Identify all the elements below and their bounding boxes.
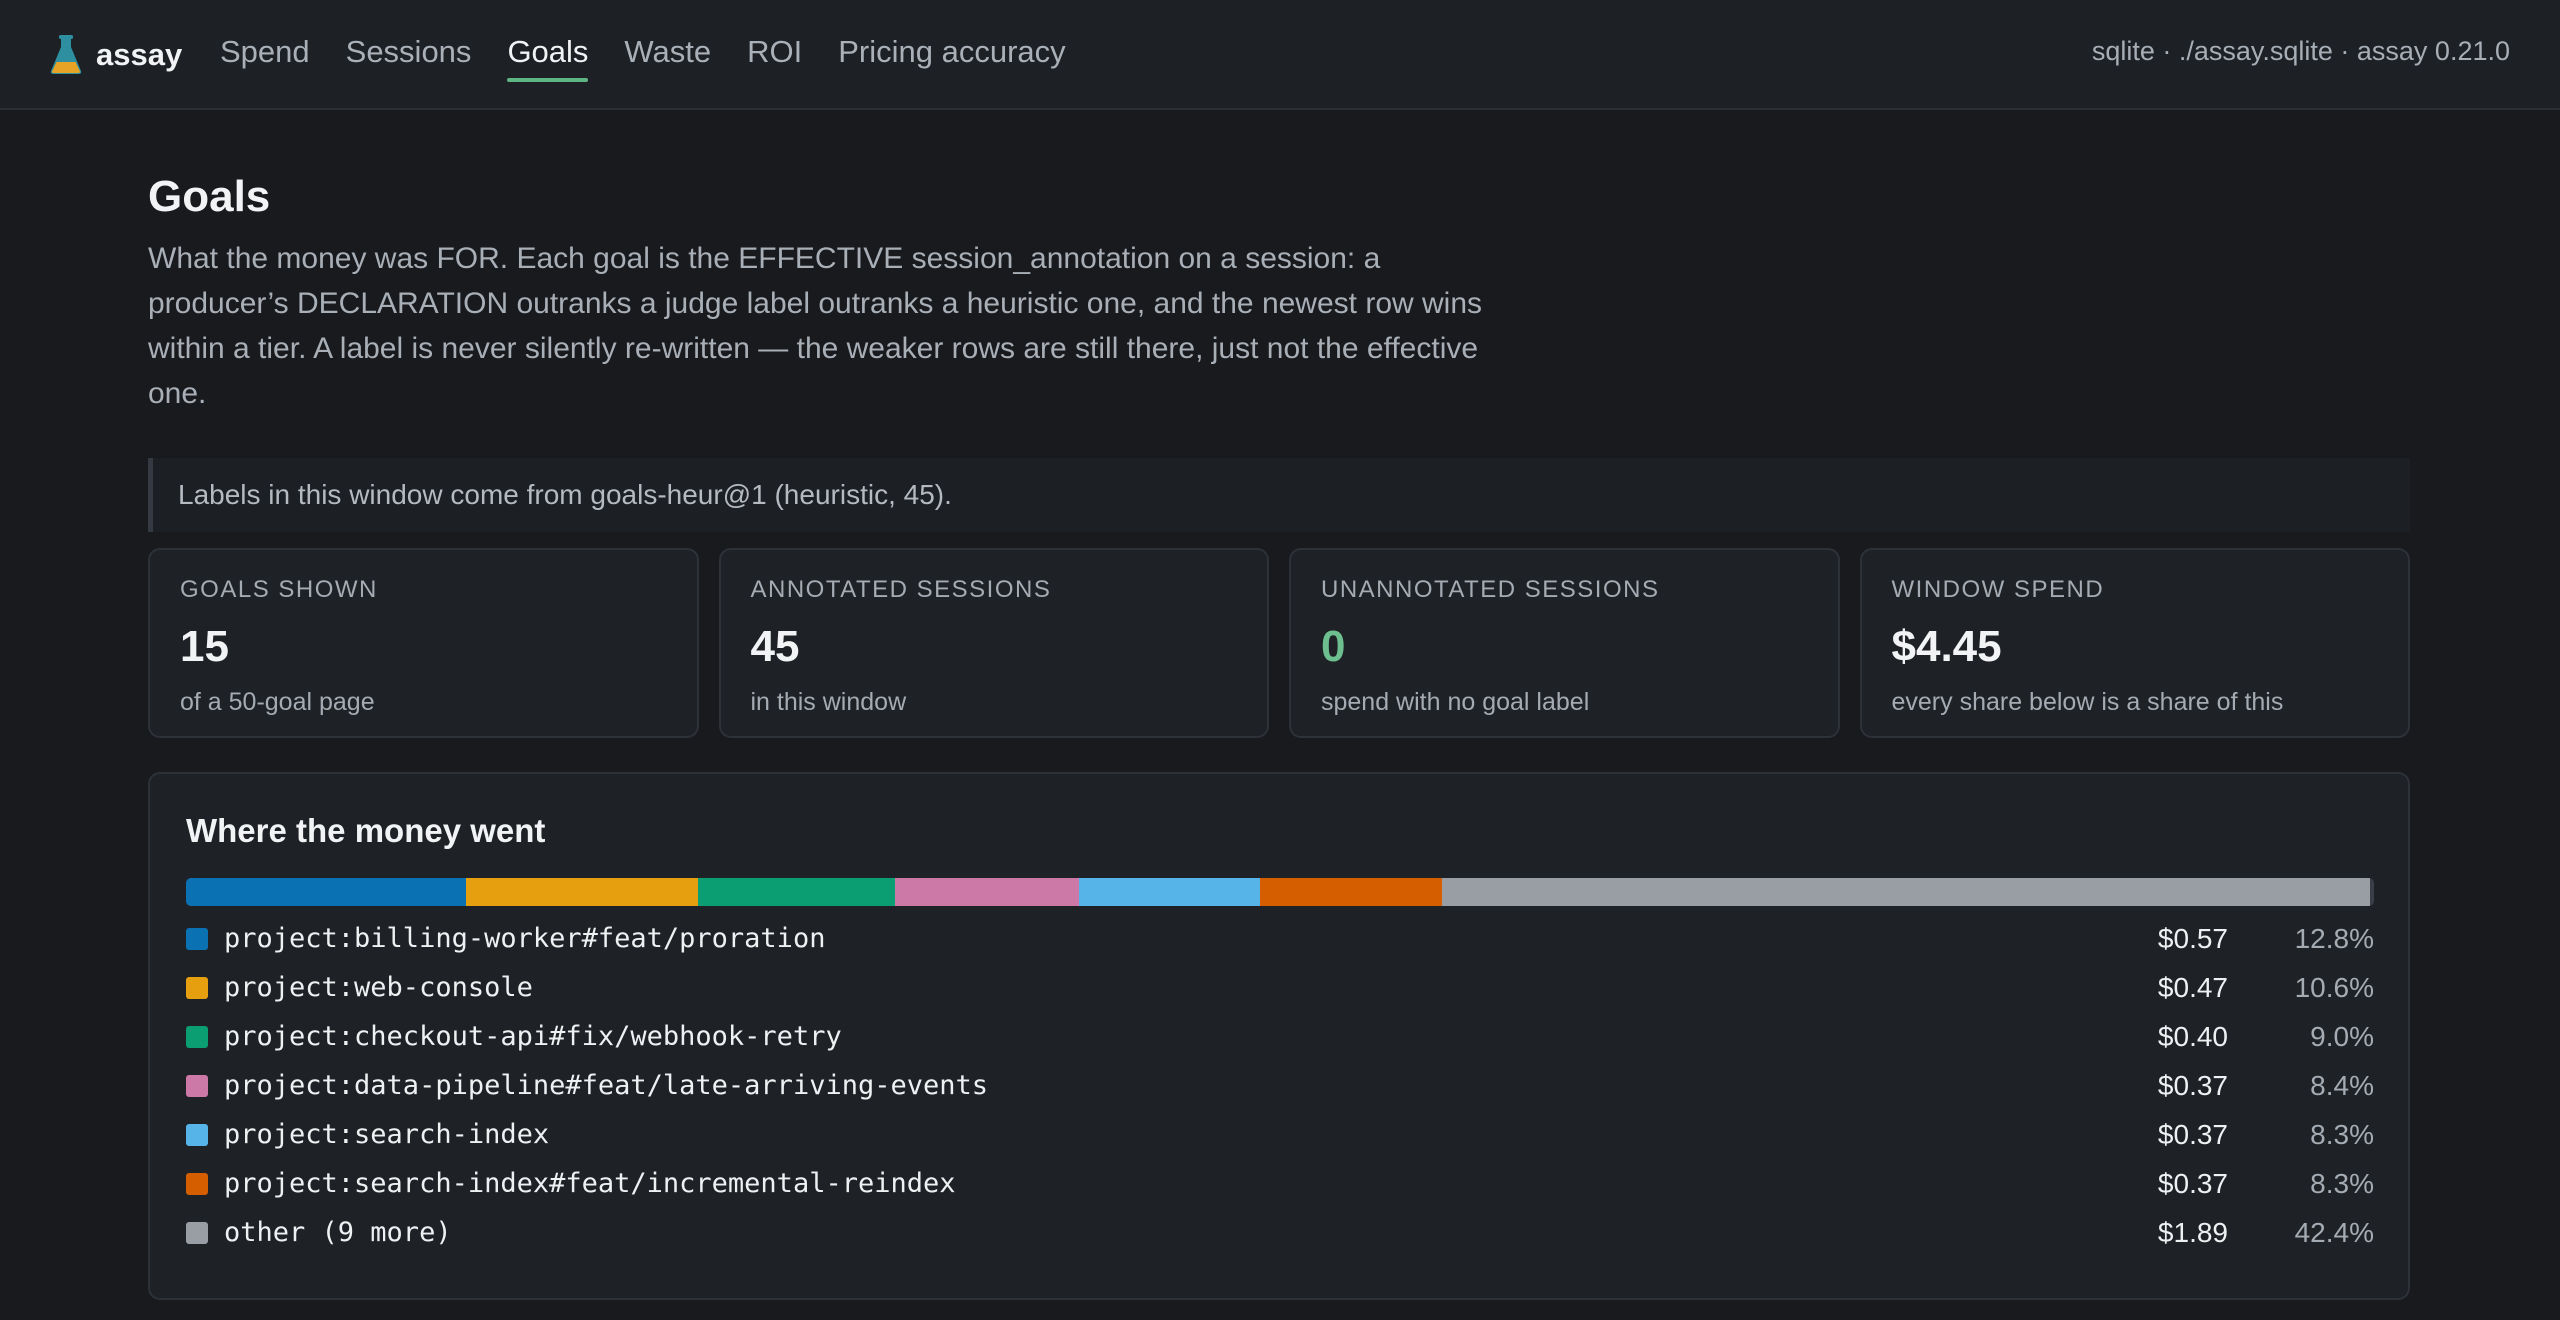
goal-row[interactable]: project:checkout-api#fix/webhook-retry $0… [186,1012,2374,1061]
share-bar-segment[interactable] [697,878,895,906]
color-swatch [186,1025,208,1048]
share-bar [186,878,2374,906]
nav-links: Spend Sessions Goals Waste ROI Pricing a… [220,30,1102,82]
color-swatch [186,1123,208,1146]
goal-amount: $0.40 [2157,1020,2228,1052]
spend-breakdown-panel: Where the money went project:billing-wor… [148,772,2410,1300]
db-info: sqlite · ./assay.sqlite · assay 0.21.0 [2091,36,2510,66]
stat-card-annotated-sessions: ANNOTATED SESSIONS 45 in this window [718,548,1269,738]
share-bar-segment[interactable] [1078,878,1261,906]
share-bar-segment[interactable] [894,878,1079,906]
nav-link-goals[interactable]: Goals [507,30,588,82]
stat-value: 45 [750,622,800,671]
color-swatch [186,1074,208,1097]
stat-caption: every share below is a share of this [1891,688,2284,716]
color-swatch [186,1221,208,1244]
panel-title: Where the money went [186,812,546,849]
nav-link-pricing-accuracy[interactable]: Pricing accuracy [838,30,1065,80]
stat-caption: spend with no goal label [1321,688,1590,716]
goal-percent: 8.4% [2310,1069,2374,1101]
goal-amount: $0.37 [2157,1118,2228,1150]
stat-caption: of a 50-goal page [180,688,375,716]
goal-row[interactable]: project:search-index#feat/incremental-re… [186,1159,2374,1208]
goal-legend: project:billing-worker#feat/proration $0.… [186,914,2374,1257]
flask-icon [50,35,82,75]
color-swatch [186,927,208,950]
stat-value: $4.45 [1891,622,2002,671]
goal-row[interactable]: project:web-console $0.47 10.6% [186,963,2374,1012]
share-bar-segment[interactable] [466,878,698,906]
stat-caption: in this window [750,688,907,716]
goal-amount: $0.37 [2157,1069,2228,1101]
share-bar-segment[interactable] [1260,878,1442,906]
goal-percent: 12.8% [2294,922,2374,954]
stat-card-window-spend: WINDOW SPEND $4.45 every share below is … [1859,548,2410,738]
label-source-note: Labels in this window come from goals-he… [148,458,2410,532]
top-nav: assay Spend Sessions Goals Waste ROI Pri… [0,0,2560,110]
stat-label: UNANNOTATED SESSIONS [1321,576,1660,603]
goal-percent: 42.4% [2294,1216,2374,1248]
stat-label: WINDOW SPEND [1891,576,2105,603]
stat-value: 0 [1321,622,1346,671]
goal-label: project:search-index#feat/incremental-re… [224,1168,956,1199]
goal-row[interactable]: project:search-index $0.37 8.3% [186,1110,2374,1159]
goal-amount: $0.47 [2157,971,2228,1003]
goal-label: project:data-pipeline#feat/late-arriving… [224,1070,989,1101]
goal-percent: 8.3% [2310,1167,2374,1199]
nav-link-waste[interactable]: Waste [624,30,711,80]
goal-row[interactable]: project:data-pipeline#feat/late-arriving… [186,1061,2374,1110]
nav-link-roi[interactable]: ROI [747,30,802,80]
stat-card-goals-shown: GOALS SHOWN 15 of a 50-goal page [148,548,699,738]
page-description: What the money was FOR. Each goal is the… [148,242,1483,410]
goal-percent: 10.6% [2294,971,2374,1003]
stat-label: ANNOTATED SESSIONS [750,576,1052,603]
goal-amount: $1.89 [2157,1216,2228,1248]
goal-amount: $0.57 [2157,922,2228,954]
stat-card-unannotated-sessions: UNANNOTATED SESSIONS 0 spend with no goa… [1289,548,1840,738]
color-swatch [186,1172,208,1195]
brand-name: assay [96,37,183,72]
stat-cards: GOALS SHOWN 15 of a 50-goal page ANNOTAT… [148,548,2410,738]
stat-label: GOALS SHOWN [180,576,378,603]
share-bar-segment[interactable] [186,878,467,906]
goal-amount: $0.37 [2157,1167,2228,1199]
goal-percent: 8.3% [2310,1118,2374,1150]
goal-row[interactable]: project:billing-worker#feat/proration $0.… [186,914,2374,963]
color-swatch [186,976,208,999]
goal-percent: 9.0% [2310,1020,2374,1052]
goal-label: project:web-console [224,972,533,1003]
goal-row[interactable]: other (9 more) $1.89 42.4% [186,1208,2374,1257]
goal-label: other (9 more) [224,1217,452,1248]
brand[interactable]: assay [50,32,182,78]
nav-link-spend[interactable]: Spend [220,30,310,80]
goal-label: project:search-index [224,1119,550,1150]
share-bar-segment[interactable] [1441,878,2370,906]
nav-link-sessions[interactable]: Sessions [346,30,472,80]
goal-label: project:checkout-api#fix/webhook-retry [224,1021,842,1052]
stat-value: 15 [180,622,229,671]
page-title: Goals [148,172,271,221]
goal-label: project:billing-worker#feat/proration [224,923,826,954]
